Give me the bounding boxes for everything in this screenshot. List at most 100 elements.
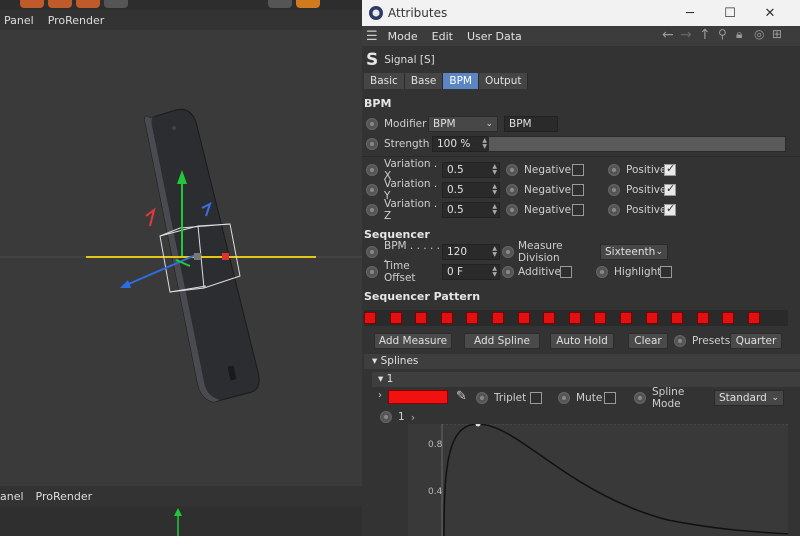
chevron-right-icon[interactable]: › <box>411 411 415 424</box>
variation-x-keyframe-icon[interactable] <box>366 164 378 176</box>
search-icon[interactable]: ⚲ <box>718 27 727 41</box>
toolbar-render-icon[interactable] <box>20 0 44 8</box>
hamburger-menu-icon[interactable]: ☰ <box>366 29 378 44</box>
close-icon[interactable]: ✕ <box>748 0 792 26</box>
pattern-step[interactable] <box>568 312 581 324</box>
measure-keyframe-icon[interactable] <box>502 246 514 258</box>
presets-keyframe-icon[interactable] <box>674 335 686 347</box>
positive-y-checkbox[interactable] <box>664 182 676 196</box>
eyedropper-icon[interactable]: ✎ <box>456 389 467 404</box>
positive-z-checkbox[interactable] <box>664 202 676 216</box>
modifier-text-field[interactable]: BPM <box>504 116 558 132</box>
forward-arrow-icon[interactable]: → <box>680 27 692 43</box>
spline-curve-keyframe-icon[interactable] <box>380 411 392 423</box>
back-arrow-icon[interactable]: ← <box>662 27 674 43</box>
pattern-step[interactable] <box>491 312 504 324</box>
target-icon[interactable]: ◎ <box>754 27 764 41</box>
spinner-icon[interactable]: ▲ ▼ <box>492 184 497 196</box>
presets-quarter-button[interactable]: Quarter <box>730 333 782 349</box>
modifier-keyframe-icon[interactable] <box>366 118 378 130</box>
tab-output[interactable]: Output <box>479 73 529 89</box>
strength-field[interactable]: 100 % ▲ ▼ <box>432 136 490 152</box>
toolbar-tool2-icon[interactable] <box>268 0 292 8</box>
variation-y-keyframe-icon[interactable] <box>366 184 378 196</box>
viewport2-canvas[interactable] <box>0 506 362 536</box>
negative-y-keyframe-icon[interactable] <box>506 184 518 196</box>
additive-keyframe-icon[interactable] <box>502 266 514 278</box>
variation-z-field[interactable]: 0.5 ▲ ▼ <box>442 202 500 218</box>
spline-item-header[interactable]: ▾ 1 <box>372 372 800 387</box>
menu-mode[interactable]: Mode <box>388 30 418 43</box>
time-offset-field[interactable]: 0 F ▲ ▼ <box>442 264 500 280</box>
pattern-step[interactable] <box>440 312 453 324</box>
seq-bpm-field[interactable]: 120 ▲ ▼ <box>442 244 500 260</box>
menu-user-data[interactable]: User Data <box>467 30 522 43</box>
time-offset-keyframe-icon[interactable] <box>366 266 378 278</box>
pattern-step[interactable] <box>594 312 607 324</box>
additive-checkbox[interactable] <box>560 266 572 278</box>
spline-mode-dropdown[interactable]: Standard ⌄ <box>714 390 784 406</box>
triplet-checkbox[interactable] <box>530 392 542 404</box>
mute-keyframe-icon[interactable] <box>558 392 570 404</box>
seq-bpm-keyframe-icon[interactable] <box>366 246 378 258</box>
spline-color-swatch[interactable] <box>388 390 448 404</box>
pattern-step[interactable] <box>389 312 402 324</box>
highlight-checkbox[interactable] <box>660 266 672 278</box>
negative-x-keyframe-icon[interactable] <box>506 164 518 176</box>
positive-y-keyframe-icon[interactable] <box>608 184 620 196</box>
spinner-icon[interactable]: ▲ ▼ <box>492 204 497 216</box>
pattern-step[interactable] <box>696 312 709 324</box>
maximize-icon[interactable]: ☐ <box>708 0 752 26</box>
minimize-icon[interactable]: ─ <box>668 0 712 26</box>
sequencer-pattern-strip[interactable] <box>364 310 788 326</box>
window-titlebar[interactable]: Attributes ─ ☐ ✕ <box>362 0 800 26</box>
variation-x-field[interactable]: 0.5 ▲ ▼ <box>442 162 500 178</box>
negative-x-checkbox[interactable] <box>572 164 584 176</box>
pattern-step[interactable] <box>466 312 479 324</box>
pattern-step[interactable] <box>364 312 376 324</box>
toolbar-render-view-icon[interactable] <box>48 0 72 8</box>
variation-z-keyframe-icon[interactable] <box>366 204 378 216</box>
new-panel-icon[interactable]: ⊞ <box>772 27 782 41</box>
tab-base[interactable]: Base <box>404 73 444 89</box>
chevron-right-icon[interactable]: › <box>378 390 382 401</box>
clear-button[interactable]: Clear <box>628 333 668 349</box>
modifier-dropdown[interactable]: BPM ⌄ <box>428 116 498 132</box>
negative-z-checkbox[interactable] <box>572 204 584 216</box>
add-measure-button[interactable]: Add Measure <box>374 333 452 349</box>
menu-prorender-2[interactable]: ProRender <box>36 490 93 503</box>
up-arrow-icon[interactable]: ↑ <box>699 27 711 43</box>
menu-panel-2[interactable]: anel <box>0 490 24 503</box>
pattern-step[interactable] <box>543 312 556 324</box>
spline-curve[interactable] <box>408 421 789 536</box>
menu-prorender[interactable]: ProRender <box>48 14 105 27</box>
pattern-step[interactable] <box>671 312 684 324</box>
negative-z-keyframe-icon[interactable] <box>506 204 518 216</box>
tab-bpm[interactable]: BPM <box>443 73 479 89</box>
toolbar-render-settings-icon[interactable] <box>76 0 100 8</box>
spline-graph[interactable] <box>408 421 789 536</box>
positive-x-keyframe-icon[interactable] <box>608 164 620 176</box>
menu-edit[interactable]: Edit <box>432 30 453 43</box>
strength-slider[interactable] <box>488 136 786 152</box>
auto-hold-button[interactable]: Auto Hold <box>550 333 614 349</box>
splines-group-header[interactable]: ▾ Splines <box>364 354 800 369</box>
positive-x-checkbox[interactable] <box>664 162 676 176</box>
scene-canvas[interactable] <box>0 30 362 486</box>
measure-division-dropdown[interactable]: Sixteenth ⌄ <box>600 244 668 260</box>
spinner-icon[interactable]: ▲ ▼ <box>492 246 497 258</box>
spline-mode-keyframe-icon[interactable] <box>634 392 646 404</box>
pattern-step[interactable] <box>517 312 530 324</box>
pattern-step[interactable] <box>747 312 760 324</box>
pattern-step[interactable] <box>722 312 735 324</box>
3d-viewport[interactable]: Panel ProRender anel ProRender <box>0 0 362 536</box>
toolbar-tool-icon[interactable] <box>104 0 128 8</box>
mute-checkbox[interactable] <box>604 392 616 404</box>
lock-icon[interactable]: 🔒︎ <box>736 27 742 42</box>
highlight-keyframe-icon[interactable] <box>596 266 608 278</box>
menu-panel[interactable]: Panel <box>4 14 34 27</box>
pattern-step[interactable] <box>415 312 428 324</box>
triplet-keyframe-icon[interactable] <box>476 392 488 404</box>
add-spline-button[interactable]: Add Spline <box>464 333 540 349</box>
positive-z-keyframe-icon[interactable] <box>608 204 620 216</box>
